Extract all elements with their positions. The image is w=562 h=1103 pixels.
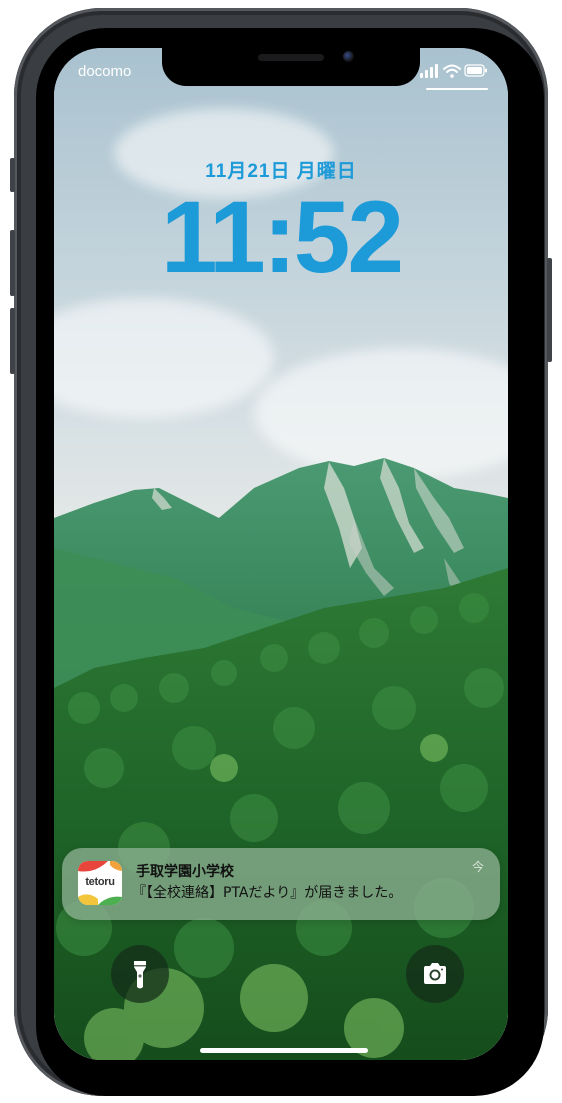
- notch: [162, 48, 420, 86]
- tetoru-app-icon: tetoru: [78, 861, 122, 905]
- wifi-icon: [443, 64, 461, 78]
- lock-screen: docomo 11月21日 月曜日 11:52 tetoru 手取学園小学校 『…: [54, 48, 508, 1060]
- home-indicator[interactable]: [200, 1048, 368, 1053]
- lock-date: 11月21日 月曜日: [205, 161, 357, 182]
- notification-body: 『【全校連絡】PTAだより』が届きました。: [132, 885, 403, 901]
- volume-up-button: [10, 230, 15, 296]
- carrier-label: docomo: [78, 63, 132, 80]
- status-icons: [420, 64, 487, 78]
- battery-icon: [464, 64, 487, 77]
- front-camera: [343, 51, 354, 62]
- notification-time: 今: [471, 860, 484, 874]
- flashlight-icon: [134, 961, 146, 989]
- signal-bars-icon: [420, 64, 438, 78]
- silent-switch: [10, 158, 15, 192]
- notification-card[interactable]: tetoru 手取学園小学校 『【全校連絡】PTAだより』が届きました。 今: [62, 848, 500, 920]
- notification-title: 手取学園小学校: [136, 864, 234, 880]
- power-button: [547, 258, 552, 362]
- earpiece-speaker: [258, 54, 324, 61]
- flashlight-button[interactable]: [111, 945, 169, 1003]
- camera-button[interactable]: [406, 945, 464, 1003]
- app-icon-label: tetoru: [85, 876, 115, 888]
- volume-down-button: [10, 308, 15, 374]
- camera-icon: [424, 963, 446, 984]
- control-center-indicator[interactable]: [426, 88, 488, 90]
- lock-time: 11:52: [160, 180, 404, 294]
